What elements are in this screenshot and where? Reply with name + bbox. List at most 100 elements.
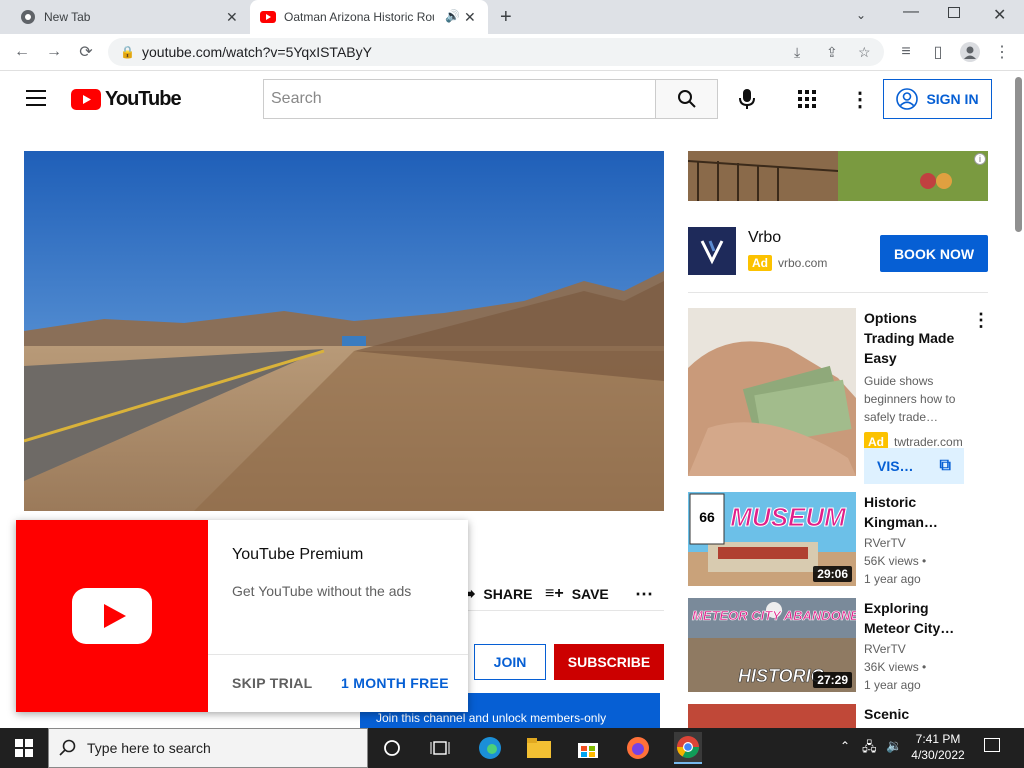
clock-date: 4/30/2022 <box>911 748 965 762</box>
chrome-taskbar-icon[interactable] <box>674 732 702 764</box>
close-window-button[interactable]: ✕ <box>993 5 1006 25</box>
close-icon[interactable]: ✕ <box>226 9 238 26</box>
hamburger-menu-icon[interactable] <box>26 90 46 106</box>
visit-label: VIS… <box>876 458 914 474</box>
network-icon[interactable]: 🖧 <box>862 738 877 760</box>
visit-site-button[interactable]: VIS… ⧉ <box>864 448 964 484</box>
tab-label: Oatman Arizona Historic Rou <box>284 10 434 24</box>
more-actions-icon[interactable]: ⋯ <box>635 584 653 604</box>
cortana-icon[interactable] <box>380 736 404 760</box>
close-icon[interactable]: ✕ <box>464 9 476 26</box>
taskbar-search-box[interactable]: Type here to search <box>48 728 368 768</box>
store-icon[interactable] <box>576 736 600 760</box>
skip-trial-button[interactable]: SKIP TRIAL <box>232 675 313 691</box>
clock-time: 7:41 PM <box>915 732 961 746</box>
video-frame-desert-road <box>24 151 664 511</box>
channel-name: RVerTV <box>864 642 906 656</box>
taskbar-search-placeholder: Type here to search <box>87 740 211 756</box>
book-now-button[interactable]: BOOK NOW <box>880 235 988 272</box>
save-label: SAVE <box>571 586 609 602</box>
share-icon[interactable]: ⇪ <box>826 38 838 66</box>
browser-tab-bar: New Tab ✕ Oatman Arizona Historic Rou 🔊 … <box>0 0 1024 34</box>
browser-toolbar: ← → ⟳ 🔒 youtube.com/watch?v=5YqxISTAByY … <box>0 34 1024 71</box>
ad-domain: twtrader.com <box>894 435 963 449</box>
view-count: 56K views • <box>864 554 927 568</box>
volume-icon[interactable]: 🔉 <box>886 738 902 754</box>
recommended-video[interactable]: Scenic <box>688 704 988 728</box>
divider <box>208 654 468 655</box>
video-player[interactable] <box>24 151 664 511</box>
thumb-text: METEOR CITY ABANDONED <box>692 608 856 623</box>
video-duration: 29:06 <box>813 566 852 582</box>
premium-subtitle: Get YouTube without the ads <box>232 583 412 599</box>
task-view-icon[interactable] <box>428 736 452 760</box>
video-title: Exploring Meteor City… <box>864 600 955 636</box>
options-trading-ad[interactable]: Options Trading Made Easy Guide shows be… <box>688 308 990 484</box>
notifications-icon[interactable] <box>984 738 1000 752</box>
settings-menu-icon[interactable]: ⋮ <box>850 87 870 112</box>
sign-in-button[interactable]: SIGN IN <box>883 79 992 119</box>
profile-icon[interactable] <box>960 42 980 62</box>
ad-title: Options Trading Made Easy <box>864 310 955 366</box>
month-free-button[interactable]: 1 MONTH FREE <box>341 675 449 691</box>
lock-icon: 🔒 <box>120 45 135 59</box>
video-title: Historic Kingman… <box>864 494 938 530</box>
chevron-up-icon[interactable]: ⌃ <box>840 739 850 753</box>
minimize-button[interactable]: — <box>903 3 919 21</box>
youtube-header: YouTube Search ⋮ SIGN IN <box>0 71 1024 128</box>
search-button[interactable] <box>655 79 718 119</box>
edge-icon[interactable] <box>478 736 502 760</box>
new-tab-button[interactable]: + <box>500 6 512 29</box>
file-explorer-icon[interactable] <box>527 736 551 760</box>
back-button[interactable]: ← <box>12 42 32 62</box>
install-icon[interactable]: ⤓ <box>794 38 800 66</box>
thumb-text: MUSEUM <box>730 502 847 532</box>
save-button[interactable]: ≡+ SAVE <box>545 584 609 604</box>
tab-label: New Tab <box>44 10 91 24</box>
video-thumbnail: METEOR CITY ABANDONED HISTORIC 27:29 <box>688 598 856 692</box>
media-control-icon[interactable]: ≡ <box>896 42 916 62</box>
scrollbar-thumb[interactable] <box>1015 77 1022 232</box>
share-button[interactable]: ➦ SHARE <box>462 584 532 604</box>
youtube-premium-popup: YouTube Premium Get YouTube without the … <box>16 520 468 712</box>
restore-button[interactable] <box>948 7 960 18</box>
system-clock[interactable]: 7:41 PM 4/30/2022 <box>908 731 968 763</box>
url-text: youtube.com/watch?v=5YqxISTAByY <box>142 44 372 60</box>
firefox-icon[interactable] <box>626 736 650 760</box>
ad-thumbnail <box>688 308 856 476</box>
vrbo-logo <box>688 227 736 275</box>
subscribe-button[interactable]: SUBSCRIBE <box>554 644 664 680</box>
tab-new-tab[interactable]: New Tab ✕ <box>8 0 246 34</box>
ad-info-icon[interactable]: i <box>974 153 986 165</box>
recommended-video[interactable]: 66 MUSEUM 29:06 Historic Kingman… RVerTV… <box>688 492 988 586</box>
ad-badge: Ad <box>748 255 772 271</box>
ad-menu-icon[interactable]: ⋮ <box>972 310 990 331</box>
playlist-add-icon: ≡+ <box>545 585 564 602</box>
channel-name: RVerTV <box>864 536 906 550</box>
tab-search-chevron-icon[interactable]: ⌄ <box>856 8 866 22</box>
youtube-play-icon <box>72 588 152 644</box>
windows-start-icon[interactable] <box>12 736 36 760</box>
forward-button[interactable]: → <box>44 42 64 62</box>
video-thumbnail <box>688 704 856 728</box>
side-panel-icon[interactable]: ▯ <box>928 42 948 62</box>
view-count: 36K views • <box>864 660 927 674</box>
upload-age: 1 year ago <box>864 572 921 586</box>
account-icon <box>896 88 919 110</box>
reload-button[interactable]: ⟳ <box>76 42 96 62</box>
recommended-video[interactable]: METEOR CITY ABANDONED HISTORIC 27:29 Exp… <box>688 598 988 692</box>
page-scrollbar[interactable] <box>1012 71 1024 728</box>
windows-taskbar: Type here to search ⌃ 🖧 🔉 7:41 PM 4/30/2… <box>0 728 1024 768</box>
microphone-icon[interactable] <box>738 88 756 115</box>
vrbo-domain: vrbo.com <box>778 256 828 270</box>
bookmark-star-icon[interactable]: ☆ <box>858 38 871 66</box>
tab-youtube-video[interactable]: Oatman Arizona Historic Rou 🔊 ✕ <box>250 0 488 34</box>
address-bar[interactable]: 🔒 youtube.com/watch?v=5YqxISTAByY ⤓ ⇪ ☆ <box>108 38 884 66</box>
chrome-menu-icon[interactable]: ⋮ <box>992 42 1012 62</box>
ad-banner-image[interactable]: i <box>688 151 988 201</box>
join-button[interactable]: JOIN <box>474 644 546 680</box>
speaker-icon[interactable]: 🔊 <box>445 9 460 23</box>
search-input[interactable]: Search <box>263 79 656 119</box>
youtube-logo[interactable]: YouTube <box>71 88 182 111</box>
apps-grid-icon[interactable] <box>798 90 816 108</box>
